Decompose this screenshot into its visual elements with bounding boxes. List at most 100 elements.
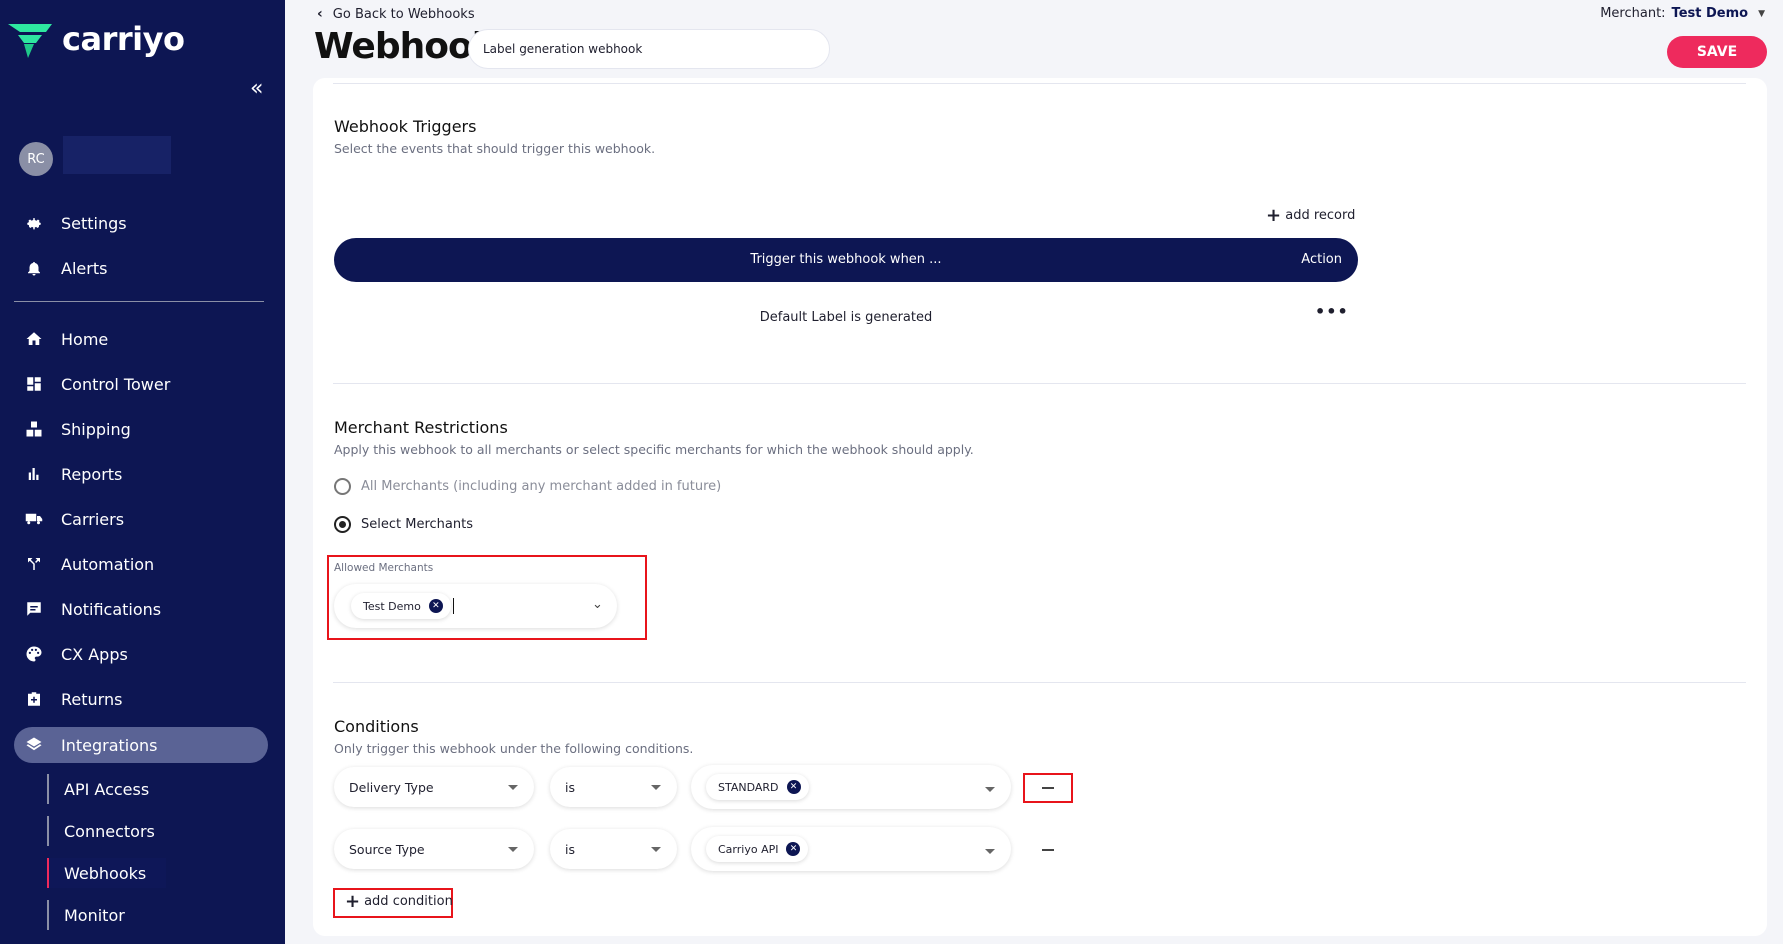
add-condition-label: add condition [364, 894, 453, 909]
remove-chip-icon[interactable]: ✕ [786, 780, 801, 794]
palette-icon [24, 644, 44, 664]
plus-icon: + [1266, 205, 1282, 226]
radio-select-merchants[interactable]: Select Merchants [334, 516, 473, 533]
chip-label: Test Demo [363, 599, 421, 613]
chip-label: Carriyo API [718, 842, 779, 856]
sidebar-subitem-api-access[interactable]: API Access [47, 774, 149, 804]
sidebar-subitem-label: API Access [64, 779, 150, 799]
back-label: Go Back to Webhooks [332, 6, 475, 22]
radio-label: Select Merchants [361, 517, 473, 532]
radio-all-merchants[interactable]: All Merchants (including any merchant ad… [334, 478, 721, 495]
sidebar-item-automation[interactable]: Automation [14, 546, 268, 582]
boxes-icon [24, 419, 44, 439]
merchant-selector[interactable]: Merchant: Test Demo ▼ [1600, 6, 1765, 21]
add-condition-button[interactable]: + add condition [345, 891, 453, 912]
add-record-button[interactable]: + add record [1266, 205, 1355, 226]
save-button[interactable]: SAVE [1667, 36, 1767, 68]
caret-down-icon [985, 849, 995, 854]
dashboard-icon [24, 374, 44, 394]
add-record-label: add record [1285, 208, 1356, 223]
remove-condition-icon[interactable] [1042, 849, 1054, 851]
sidebar-item-label: Automation [61, 554, 155, 574]
condition-value-chip: STANDARD ✕ [706, 774, 809, 800]
caret-down-icon [651, 785, 661, 790]
condition-operator-value: is [565, 842, 575, 857]
more-actions-icon[interactable]: ••• [1315, 302, 1349, 321]
merchant-value: Test Demo [1671, 6, 1749, 21]
collapse-sidebar-icon[interactable]: « [250, 76, 263, 101]
radio-button[interactable] [334, 478, 351, 495]
triggers-description: Select the events that should trigger th… [334, 141, 656, 156]
triggers-table-header: Trigger this webhook when ... Action [334, 238, 1358, 282]
sidebar-item-cx-apps[interactable]: CX Apps [14, 636, 268, 672]
radio-button[interactable] [334, 516, 351, 533]
sidebar-item-carriers[interactable]: Carriers [14, 501, 268, 537]
sidebar-divider [14, 301, 264, 302]
gear-icon [24, 213, 44, 233]
condition-operator-value: is [565, 780, 575, 795]
chevron-left-icon: ‹ [317, 6, 323, 22]
user-name-placeholder[interactable] [63, 136, 171, 174]
sidebar-subitem-webhooks[interactable]: Webhooks [47, 858, 167, 888]
divider [333, 83, 1746, 84]
allowed-merchants-label: Allowed Merchants [334, 562, 434, 574]
remove-chip-icon[interactable]: ✕ [786, 842, 801, 856]
sidebar-item-label: Alerts [61, 258, 108, 278]
sidebar-subitem-connectors[interactable]: Connectors [47, 816, 155, 846]
condition-value-chip: Carriyo API ✕ [706, 836, 809, 862]
sidebar-item-label: Integrations [61, 735, 158, 755]
back-link[interactable]: ‹ Go Back to Webhooks [317, 6, 475, 22]
caret-down-icon [508, 785, 518, 790]
sidebar-subitem-label: Webhooks [64, 863, 147, 883]
condition-field-value: Source Type [349, 842, 425, 857]
home-icon [24, 329, 44, 349]
sidebar-item-reports[interactable]: Reports [14, 456, 268, 492]
sidebar-item-returns[interactable]: Returns [14, 681, 268, 717]
brand-name: carriyo [62, 20, 185, 58]
sidebar-subitem-label: Connectors [64, 821, 155, 841]
sidebar-item-home[interactable]: Home [14, 321, 268, 357]
sidebar-subitem-label: Monitor [64, 905, 125, 925]
brand-logo[interactable]: carriyo [8, 20, 185, 58]
radio-label: All Merchants (including any merchant ad… [361, 479, 722, 494]
sidebar-item-integrations[interactable]: Integrations [14, 727, 268, 763]
sidebar-item-label: Returns [61, 689, 123, 709]
bar-chart-icon [24, 464, 44, 484]
conditions-description: Only trigger this webhook under the foll… [334, 741, 694, 756]
conditions-title: Conditions [334, 717, 419, 736]
sidebar-item-notifications[interactable]: Notifications [14, 591, 268, 627]
remove-condition-icon[interactable] [1042, 787, 1054, 789]
sidebar-item-control-tower[interactable]: Control Tower [14, 366, 268, 402]
bell-icon [24, 258, 44, 278]
sidebar-item-settings[interactable]: Settings [14, 205, 268, 241]
caret-down-icon [508, 847, 518, 852]
sidebar-item-label: Notifications [61, 599, 162, 619]
webhook-form-card: Webhook Triggers Select the events that … [313, 78, 1767, 936]
remove-chip-icon[interactable]: ✕ [428, 599, 443, 613]
plus-icon: + [345, 891, 361, 912]
divider [333, 383, 1746, 384]
sidebar-item-alerts[interactable]: Alerts [14, 250, 268, 286]
caret-down-icon: ▼ [1758, 8, 1765, 19]
chevron-down-icon[interactable]: ⌄ [592, 597, 603, 612]
sidebar-item-label: CX Apps [61, 644, 128, 664]
webhook-name-input[interactable] [468, 29, 830, 69]
merchant-restrictions-description: Apply this webhook to all merchants or s… [334, 442, 974, 457]
text-cursor [453, 598, 454, 614]
fork-icon [24, 554, 44, 574]
return-box-icon [24, 689, 44, 709]
sidebar-item-label: Reports [61, 464, 123, 484]
caret-down-icon [985, 787, 995, 792]
avatar[interactable]: RC [19, 142, 53, 176]
sidebar-item-shipping[interactable]: Shipping [14, 411, 268, 447]
chip-label: STANDARD [718, 780, 779, 794]
sidebar-subitem-monitor[interactable]: Monitor [47, 900, 125, 930]
divider [333, 682, 1746, 683]
column-header-action: Action [1301, 252, 1342, 267]
caret-down-icon [651, 847, 661, 852]
sidebar-item-label: Shipping [61, 419, 131, 439]
table-row: Default Label is generated [759, 310, 933, 325]
condition-field-value: Delivery Type [349, 780, 434, 795]
merchant-label: Merchant: [1600, 6, 1666, 21]
sidebar-item-label: Control Tower [61, 374, 171, 394]
